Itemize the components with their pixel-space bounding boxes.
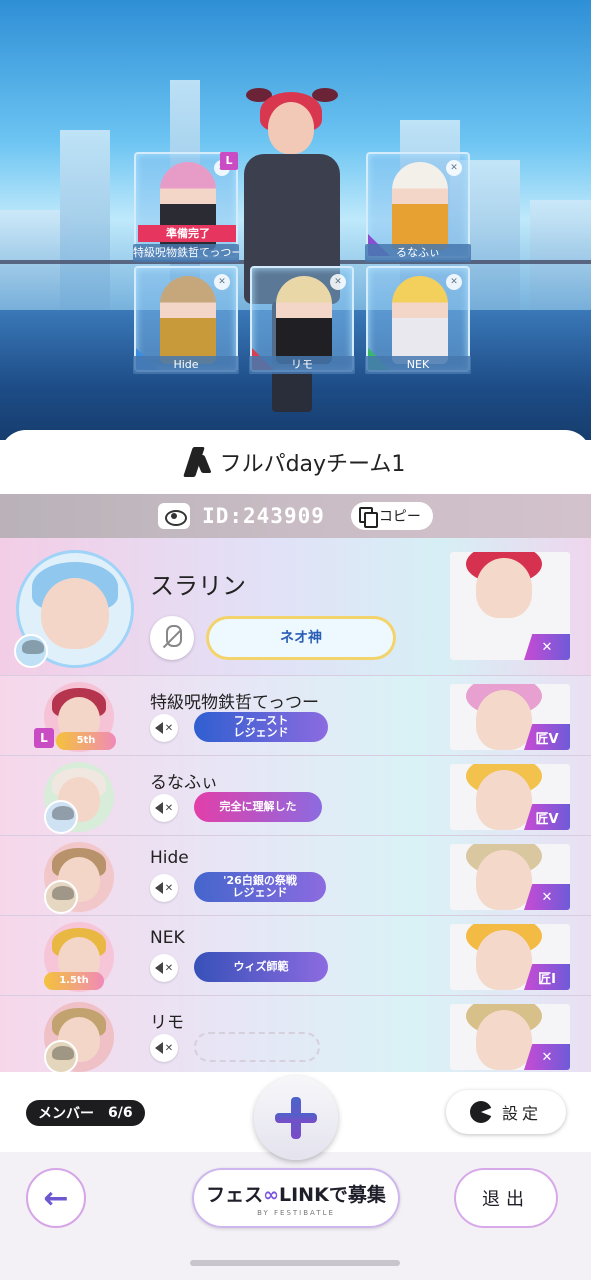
settings-label: 設定 <box>501 1104 542 1123</box>
member-row[interactable]: リモ ✕ ✕ <box>0 996 591 1076</box>
exit-label: 退出 <box>482 1189 530 1210</box>
speaker-muted-icon: ✕ <box>214 274 230 290</box>
portrait-face <box>476 1010 532 1070</box>
anniversary-badge: 5th <box>56 732 116 750</box>
member-name: るなふぃ <box>150 773 218 793</box>
member-name: Hide <box>150 848 189 868</box>
speaker-muted-icon[interactable]: ✕ <box>150 954 178 982</box>
character-portrait[interactable]: ✕ <box>450 1004 570 1070</box>
party-slot-2[interactable]: ✕ <box>366 152 470 258</box>
slot-name: Hide <box>133 356 239 374</box>
title-badge[interactable]: '26白銀の祭戦 レジェンド <box>194 872 326 902</box>
character-portrait[interactable]: 匠V <box>450 764 570 830</box>
character-portrait[interactable]: ✕ <box>450 552 570 660</box>
character-portrait[interactable]: 匠I <box>450 924 570 990</box>
portrait-face <box>476 558 532 618</box>
mini-avatar <box>44 1040 78 1074</box>
title-badge[interactable]: 完全に理解した <box>194 792 322 822</box>
member-name: 特級呪物鉄哲てっつー <box>150 693 319 713</box>
footer-bar: メンバー 6/6 設定 ← フェス∞LINKで募集 BY FESTIBATLE … <box>0 1072 591 1280</box>
slot-name: 特級呪物鉄哲てっつー <box>133 244 239 262</box>
title-badge[interactable]: ウィズ師範 <box>194 952 328 982</box>
member-row-host[interactable]: スラリン ネオ神 ✕ <box>0 538 591 676</box>
copy-label: コピー <box>378 509 421 525</box>
leader-badge: L <box>34 728 54 748</box>
back-arrow-icon: ← <box>43 1180 69 1216</box>
speaker-muted-icon[interactable]: ✕ <box>150 1034 178 1062</box>
back-button[interactable]: ← <box>26 1168 86 1228</box>
rank-badge: ✕ <box>524 634 570 660</box>
team-name: フルパdayチーム1 <box>219 452 406 477</box>
festibatle-logo-icon <box>186 445 210 479</box>
mini-avatar <box>44 800 78 834</box>
recruit-label: フェス∞LINKで募集 <box>206 1180 386 1207</box>
lobby-scene: ✕ 準備完了 L 特級呪物鉄哲てっつー ✕ るなふぃ ✕ Hide ✕ リモ ✕… <box>0 0 591 440</box>
member-count-label: メンバー <box>38 1106 94 1122</box>
eye-icon[interactable] <box>158 503 191 529</box>
speaker-muted-icon[interactable]: ✕ <box>150 874 178 902</box>
leader-badge: L <box>220 152 238 170</box>
member-count-value: 6/6 <box>108 1105 133 1121</box>
member-row[interactable]: 1.5th NEK ✕ ウィズ師範 匠I <box>0 916 591 996</box>
mic-muted-icon[interactable] <box>150 616 194 660</box>
recruit-subtitle: BY FESTIBATLE <box>257 1208 335 1217</box>
portrait-face <box>476 850 532 910</box>
member-name: リモ <box>150 1013 184 1033</box>
title-badge[interactable]: ファースト レジェンド <box>194 712 328 742</box>
recruit-button[interactable]: フェス∞LINKで募集 BY FESTIBATLE <box>192 1168 400 1228</box>
copy-icon <box>358 507 378 528</box>
recruit-prefix: フェス <box>206 1183 264 1206</box>
ready-status: 準備完了 <box>138 225 236 242</box>
slot-character <box>276 276 332 364</box>
infinity-icon: ∞ <box>263 1183 279 1206</box>
speaker-muted-icon: ✕ <box>446 274 462 290</box>
portrait-face <box>476 930 532 990</box>
mini-avatar <box>14 634 48 668</box>
slot-name: NEK <box>365 356 471 374</box>
character-portrait[interactable]: ✕ <box>450 844 570 910</box>
member-name: スラリン <box>150 572 246 600</box>
empty-title-slot <box>194 1032 320 1062</box>
member-row[interactable]: L 5th 特級呪物鉄哲てっつー ✕ ファースト レジェンド 匠V <box>0 676 591 756</box>
settings-button[interactable]: 設定 <box>446 1090 566 1134</box>
recruit-suffix: で募集 <box>328 1183 386 1206</box>
slot-character <box>160 276 216 364</box>
exit-button[interactable]: 退出 <box>454 1168 558 1228</box>
background-building <box>60 130 110 320</box>
character-portrait[interactable]: 匠V <box>450 684 570 750</box>
speaker-muted-icon: ✕ <box>330 274 346 290</box>
member-name: NEK <box>150 928 185 948</box>
portrait-face <box>476 690 532 750</box>
team-id: ID:243909 <box>202 504 325 528</box>
character-head <box>268 102 314 154</box>
slot-character <box>392 162 448 250</box>
speaker-muted-icon[interactable]: ✕ <box>150 714 178 742</box>
avatar-face <box>41 577 109 650</box>
speaker-muted-icon[interactable]: ✕ <box>150 794 178 822</box>
team-header: フルパdayチーム1 <box>0 430 591 494</box>
speaker-muted-icon: ✕ <box>446 160 462 176</box>
member-row[interactable]: Hide ✕ '26白銀の祭戦 レジェンド ✕ <box>0 836 591 916</box>
slot-name: るなふぃ <box>365 244 471 262</box>
slot-character <box>392 276 448 364</box>
copy-id-button[interactable]: コピー <box>350 502 433 530</box>
home-indicator <box>190 1260 400 1266</box>
mini-avatar <box>44 880 78 914</box>
anniversary-badge: 1.5th <box>44 972 104 990</box>
invite-plus-button[interactable] <box>254 1076 338 1160</box>
member-row[interactable]: るなふぃ ✕ 完全に理解した 匠V <box>0 756 591 836</box>
team-id-bar: ID:243909 コピー <box>0 494 591 538</box>
title-badge[interactable]: ネオ神 <box>206 616 396 660</box>
settings-icon <box>469 1101 492 1123</box>
slot-name: リモ <box>249 356 355 374</box>
recruit-link: LINK <box>279 1183 329 1206</box>
portrait-face <box>476 770 532 830</box>
member-count: メンバー 6/6 <box>26 1100 145 1126</box>
plus-icon <box>275 1097 317 1139</box>
